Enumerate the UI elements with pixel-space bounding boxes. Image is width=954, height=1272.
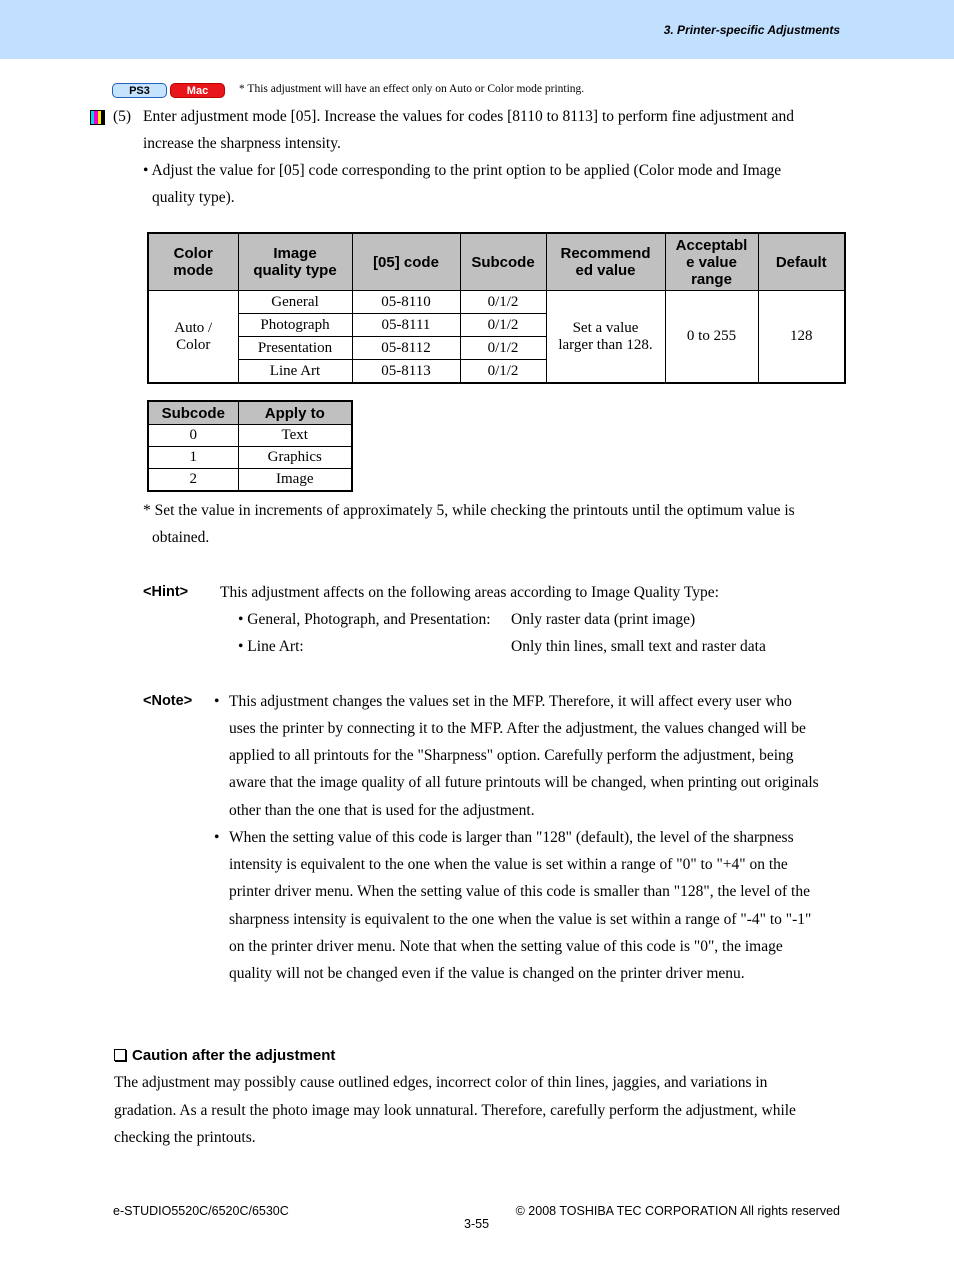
header-image-quality-type: Image quality type — [237, 232, 353, 291]
header-apply-to: Apply to — [237, 400, 353, 425]
table-row: Auto / Color General 05-8110 0/1/2 Set a … — [147, 290, 846, 384]
note-bullet1-line: applied to all printouts for the "Sharpn… — [229, 747, 794, 764]
cell-subcode: 0/1/2 — [459, 359, 547, 384]
note-bullet1-line: uses the printer by connecting it to the… — [229, 720, 806, 737]
cell-code: 05-8112 — [351, 336, 461, 360]
cell-type: Line Art — [237, 359, 353, 384]
step-bullet-line2: quality type). — [152, 189, 235, 206]
hint-intro: This adjustment affects on the following… — [220, 584, 719, 601]
cell-range: 0 to 255 — [664, 290, 759, 384]
note-label: <Note> — [143, 693, 193, 709]
hint-item-effect: Only raster data (print image) — [511, 611, 696, 628]
cell-apply: Text — [237, 424, 353, 447]
header-subcode: Subcode — [147, 400, 239, 425]
footer-copyright: © 2008 TOSHIBA TEC CORPORATION All right… — [515, 1204, 840, 1218]
hint-label: <Hint> — [143, 584, 189, 600]
subcode-table: Subcode Apply to 0 Text 1 Graphics 2 Image — [147, 400, 353, 492]
header-acceptable-range: Acceptabl e value range — [664, 232, 759, 291]
section-title: 3. Printer-specific Adjustments — [663, 23, 840, 37]
cell-subcode: 0/1/2 — [459, 313, 547, 337]
page-header: 3. Printer-specific Adjustments — [0, 0, 954, 59]
cell-type: General — [237, 290, 353, 314]
increment-note-line1: * Set the value in increments of approxi… — [143, 502, 795, 519]
hint-item-type: • General, Photograph, and Presentation: — [238, 611, 491, 628]
header-code: [05] code — [351, 232, 461, 291]
cell-code: 05-8110 — [351, 290, 461, 314]
table-row: 2 Image — [147, 468, 353, 492]
increment-note-line2: obtained. — [152, 529, 210, 546]
header-color-mode: Color mode — [147, 232, 239, 291]
caution-line: The adjustment may possibly cause outlin… — [114, 1074, 768, 1091]
table-header-row: Color mode Image quality type [05] code Su… — [147, 232, 846, 291]
cell-color-mode: Auto / Color — [147, 290, 239, 384]
header-default: Default — [757, 232, 846, 291]
caution-line: checking the printouts. — [114, 1129, 256, 1146]
note-bullet2-line: quality will not be changed even if the … — [229, 965, 745, 982]
mac-badge: Mac — [170, 83, 225, 98]
footer-model: e-STUDIO5520C/6520C/6530C — [113, 1204, 289, 1218]
cell-subcode: 0/1/2 — [459, 336, 547, 360]
note-bullet: • — [214, 829, 220, 846]
cell-apply: Graphics — [237, 446, 353, 469]
checkbox-icon — [114, 1049, 126, 1061]
cell-type: Photograph — [237, 313, 353, 337]
note-bullet1-line: aware that the image quality of all futu… — [229, 774, 819, 791]
cell-subcode: 1 — [147, 446, 239, 469]
header-subcode: Subcode — [459, 232, 547, 291]
cell-type: Presentation — [237, 336, 353, 360]
cell-recommended: Set a value larger than 128. — [545, 290, 666, 384]
cell-subcode: 0/1/2 — [459, 290, 547, 314]
cell-default: 128 — [757, 290, 846, 384]
ps3-badge: PS3 — [112, 83, 167, 98]
badge-note: * This adjustment will have an effect on… — [239, 83, 585, 95]
caution-heading: Caution after the adjustment — [114, 1047, 335, 1064]
cell-code: 05-8113 — [351, 359, 461, 384]
table-row: 0 Text — [147, 424, 353, 447]
color-cmyk-icon — [90, 110, 105, 125]
note-bullet2-line: When the setting value of this code is l… — [229, 829, 794, 846]
step-bullet-line1: • Adjust the value for [05] code corresp… — [143, 162, 782, 179]
caution-line: gradation. As a result the photo image m… — [114, 1102, 796, 1119]
note-bullet2-line: intensity is equivalent to the one when … — [229, 856, 788, 873]
page-number: 3-55 — [464, 1217, 490, 1231]
note-bullet2-line: on the printer driver menu. Note that wh… — [229, 938, 783, 955]
hint-item-type: • Line Art: — [238, 638, 304, 655]
step-text-line2: increase the sharpness intensity. — [143, 135, 341, 152]
caution-title: Caution after the adjustment — [132, 1047, 336, 1064]
adjustment-table: Color mode Image quality type [05] code Su… — [147, 232, 846, 384]
note-bullet2-line: printer driver menu. When the setting va… — [229, 883, 810, 900]
subcode-header-row: Subcode Apply to — [147, 400, 353, 425]
hint-item-effect: Only thin lines, small text and raster d… — [511, 638, 766, 655]
note-bullet2-line: sharpness intensity is equivalent to the… — [229, 911, 812, 928]
cell-subcode: 0 — [147, 424, 239, 447]
step-text-line1: Enter adjustment mode [05]. Increase the… — [143, 108, 794, 125]
step-number: (5) — [113, 108, 132, 125]
cell-subcode: 2 — [147, 468, 239, 492]
note-bullet1-line: other than the one that is used for the … — [229, 802, 535, 819]
cell-apply: Image — [237, 468, 353, 492]
cell-code: 05-8111 — [351, 313, 461, 337]
note-bullet: • — [214, 693, 220, 710]
header-recommended-value: Recommend ed value — [545, 232, 666, 291]
table-row: 1 Graphics — [147, 446, 353, 469]
note-bullet1-line: This adjustment changes the values set i… — [229, 693, 792, 710]
